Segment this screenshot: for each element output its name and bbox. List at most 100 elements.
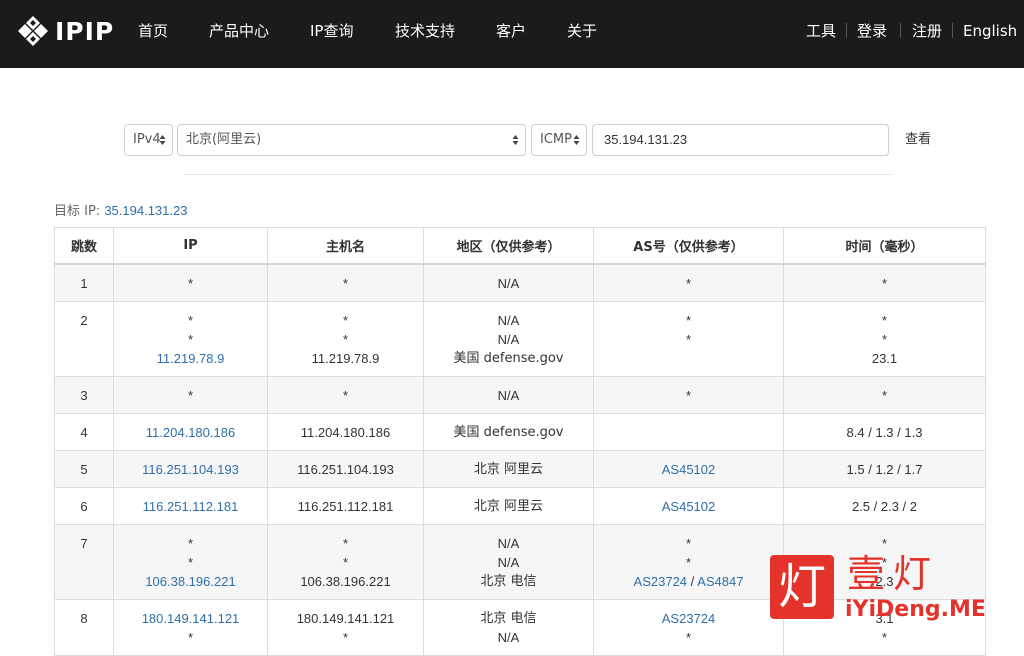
ip-link[interactable]: 106.38.196.221: [114, 572, 267, 591]
hostname-cell-line: *: [342, 387, 349, 403]
hostname-cell-line: *: [342, 331, 349, 347]
select-arrows-icon: [159, 135, 166, 145]
as-cell-line: *: [685, 387, 692, 403]
time-cell: 2.5 / 2.3 / 2: [783, 486, 986, 525]
node-select[interactable]: 北京(阿里云): [177, 124, 526, 156]
hostname-cell: *: [267, 263, 424, 302]
col-as-header: AS号（仅供参考）: [593, 227, 784, 265]
nav-separator: [952, 23, 953, 38]
ip-cell-line: *: [187, 554, 194, 570]
user-nav: 工具 登录 注册 English: [0, 20, 1024, 42]
hostname-cell-line: 180.149.141.121: [296, 610, 395, 626]
as-cell: * * AS23724 / AS4847: [593, 523, 784, 600]
table-row: 8 180.149.141.121 * 180.149.141.121 * 北京 电信 N/…: [54, 598, 986, 656]
target-ip-value[interactable]: 35.194.131.23: [104, 203, 187, 218]
table-row: 3 * * N/A * *: [54, 375, 986, 414]
ip-link[interactable]: 11.204.180.186: [114, 423, 267, 442]
as-cell-line: *: [685, 554, 692, 570]
hostname-cell-line: *: [342, 535, 349, 551]
region-cell: 美国 defense.gov: [423, 412, 594, 451]
as-link[interactable]: AS45102: [594, 497, 783, 516]
ip-link[interactable]: 11.219.78.9: [114, 349, 267, 368]
hostname-cell-line: 116.251.104.193: [297, 461, 394, 477]
ip-link[interactable]: 180.149.141.121: [114, 609, 267, 628]
hostname-cell-line: 116.251.112.181: [297, 498, 394, 514]
as-link[interactable]: AS4847: [697, 574, 743, 589]
time-cell-line: 2.3: [875, 573, 894, 589]
region-cell-line: N/A: [497, 387, 520, 403]
as-link[interactable]: AS45102: [594, 460, 783, 479]
region-cell-line: 北京 阿里云: [473, 461, 544, 477]
ip-cell-line: *: [187, 275, 194, 291]
ip-cell: 116.251.112.181: [113, 486, 268, 525]
target-ip-label: 目标 IP:: [54, 204, 101, 219]
target-ip-line: 目标 IP: 35.194.131.23: [54, 203, 187, 220]
hop-number: 5: [80, 461, 88, 477]
hostname-cell-line: 11.219.78.9: [311, 350, 380, 366]
as-cell: [593, 412, 784, 451]
nav-english[interactable]: English: [963, 20, 1017, 42]
ip-version-select[interactable]: IPv4: [124, 124, 173, 156]
as-cell: * *: [593, 300, 784, 377]
table-header-row: 跳数 IP 主机名 地区（仅供参考） AS号（仅供参考） 时间（毫秒）: [54, 227, 986, 265]
time-cell-line: *: [881, 312, 888, 328]
hostname-cell: * * 11.219.78.9: [267, 300, 424, 377]
region-cell: N/A: [423, 375, 594, 414]
time-cell: *: [783, 263, 986, 302]
protocol-select[interactable]: ICMP: [531, 124, 587, 156]
hostname-cell: *: [267, 375, 424, 414]
region-cell-line: N/A: [497, 535, 520, 551]
table-body: 1 * * N/A * * 2 * * 11.219.78.9 * * 11.219.78.9 N/A N/…: [54, 263, 986, 656]
hop-cell: 5: [54, 449, 114, 488]
hostname-cell: 116.251.104.193: [267, 449, 424, 488]
protocol-value: ICMP: [540, 132, 572, 147]
as-cell-line: *: [685, 629, 692, 645]
nav-tools[interactable]: 工具: [806, 20, 836, 42]
ip-link[interactable]: 116.251.112.181: [114, 497, 267, 516]
region-cell-line: 北京 阿里云: [473, 498, 544, 514]
hostname-cell-line: *: [342, 554, 349, 570]
ip-cell: 11.204.180.186: [113, 412, 268, 451]
target-input[interactable]: 35.194.131.23: [592, 124, 889, 156]
as-cell: AS23724 *: [593, 598, 784, 656]
nav-login[interactable]: 登录: [857, 20, 887, 42]
nav-separator: [900, 23, 901, 38]
hostname-cell-line: 11.204.180.186: [300, 424, 391, 440]
time-cell-line: 23.1: [871, 350, 898, 366]
ip-link[interactable]: 116.251.104.193: [114, 460, 267, 479]
target-input-value: 35.194.131.23: [604, 132, 688, 147]
col-region-header: 地区（仅供参考）: [423, 227, 594, 265]
as-link[interactable]: AS23724: [634, 574, 688, 589]
col-hostname-header: 主机名: [267, 227, 424, 265]
ip-cell-line: *: [187, 312, 194, 328]
region-cell: 北京 阿里云: [423, 486, 594, 525]
as-cell-line: [594, 423, 783, 442]
as-separator: /: [687, 573, 698, 589]
ip-cell-line: *: [187, 535, 194, 551]
submit-button[interactable]: 查看: [905, 131, 931, 149]
region-cell-line: N/A: [497, 331, 520, 347]
table-row: 2 * * 11.219.78.9 * * 11.219.78.9 N/A N/A 美国 defe…: [54, 300, 986, 377]
ip-cell-line: *: [187, 387, 194, 403]
hop-number: 2: [80, 312, 88, 328]
nav-register[interactable]: 注册: [912, 20, 942, 42]
region-cell-line: 北京 电信: [480, 610, 537, 626]
ip-cell: * * 11.219.78.9: [113, 300, 268, 377]
as-cell-line: *: [685, 275, 692, 291]
hop-number: 1: [80, 275, 88, 291]
time-cell: * * 23.1: [783, 300, 986, 377]
ip-cell: 180.149.141.121 *: [113, 598, 268, 656]
time-cell-line: *: [881, 331, 888, 347]
select-arrows-icon: [512, 135, 519, 145]
time-cell-line: 2.5 / 2.3 / 2: [851, 498, 918, 514]
as-link[interactable]: AS23724: [594, 609, 783, 628]
region-cell-line: 美国 defense.gov: [453, 350, 564, 366]
time-cell-line: *: [881, 535, 888, 551]
hop-number: 4: [80, 424, 88, 440]
region-cell-line: N/A: [497, 312, 520, 328]
as-cell: *: [593, 375, 784, 414]
hop-cell: 6: [54, 486, 114, 525]
hop-number: 7: [80, 535, 88, 551]
time-cell: 8.4 / 1.3 / 1.3: [783, 412, 986, 451]
select-arrows-icon: [573, 135, 580, 145]
